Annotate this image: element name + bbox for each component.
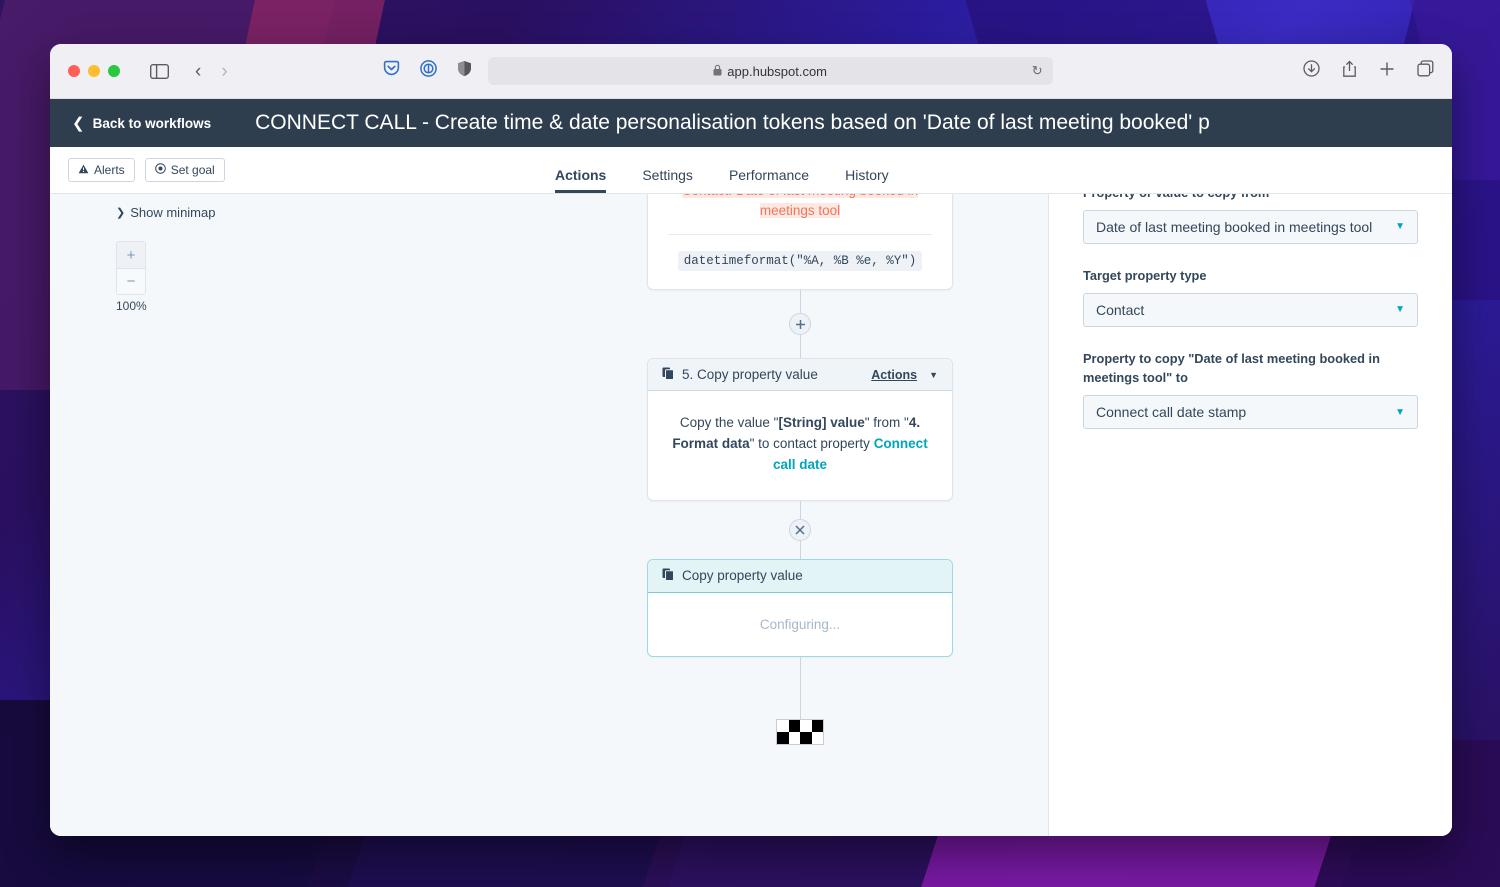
zoom-in-button[interactable]: + [117, 242, 145, 268]
divider [668, 234, 932, 236]
action-card-5[interactable]: 5. Copy property value Actions ▼ Copy th… [647, 358, 953, 501]
zoom-out-button[interactable]: − [117, 268, 145, 294]
remove-action-button[interactable] [789, 518, 811, 541]
maximize-window-button[interactable] [108, 65, 120, 77]
tab-performance[interactable]: Performance [729, 167, 809, 193]
copy-property-icon [662, 568, 674, 584]
workflow-flow: Contact: Date of last meeting booked in … [647, 194, 953, 745]
action-card-header: 5. Copy property value Actions ▼ [648, 359, 952, 392]
new-tab-icon[interactable] [1379, 61, 1395, 82]
browser-extensions[interactable] [383, 60, 472, 82]
workflow-canvas[interactable]: ❯ Show minimap + − 100% Contact: Date of… [50, 194, 1452, 836]
workflow-subbar: Alerts Set goal Actions Settings Perform… [50, 147, 1452, 194]
zoom-controls[interactable]: + − [116, 241, 146, 295]
caret-down-icon[interactable]: ▼ [1395, 407, 1405, 418]
minimize-window-button[interactable] [88, 65, 100, 77]
select-value: Date of last meeting booked in meetings … [1096, 218, 1373, 235]
lock-icon [713, 64, 722, 79]
address-bar[interactable]: app.hubspot.com ↻ [487, 57, 1053, 85]
navigation-arrows[interactable]: ‹ › [195, 62, 228, 81]
workflow-header: ❮ Back to workflows CONNECT CALL - Creat… [50, 99, 1452, 147]
chevron-right-icon: ❯ [116, 207, 126, 219]
connector-line [799, 500, 801, 519]
tab-actions[interactable]: Actions [555, 167, 607, 193]
window-controls[interactable] [68, 65, 120, 77]
configuring-card-header: Copy property value [648, 559, 952, 593]
field-label: Property or value to copy from [1083, 194, 1418, 203]
field-property-to-copy-from: Property or value to copy from Date of l… [1083, 194, 1418, 244]
configuring-card[interactable]: Copy property value Configuring... [647, 558, 953, 657]
1password-icon[interactable] [419, 60, 437, 82]
shield-icon[interactable] [457, 60, 472, 82]
workflow-title: CONNECT CALL - Create time & date person… [255, 111, 1210, 134]
personalization-token: Contact: Date of last meeting booked in … [666, 194, 934, 220]
warning-triangle-icon [78, 163, 89, 177]
connector-line [799, 335, 801, 359]
forward-arrow-icon[interactable]: › [221, 62, 227, 81]
back-arrow-icon[interactable]: ‹ [195, 62, 201, 81]
close-window-button[interactable] [68, 65, 80, 77]
browser-window: ‹ › app.hubspot.com ↻ ❮ Back to workflow… [50, 44, 1452, 836]
property-to-copy-to-select[interactable]: Connect call date stamp ▼ [1083, 395, 1418, 430]
field-target-property-type: Target property type Contact ▼ [1083, 266, 1418, 327]
url-text: app.hubspot.com [727, 63, 828, 79]
downloads-icon[interactable] [1303, 60, 1320, 82]
back-to-workflows-label: Back to workflows [92, 115, 212, 131]
copy-property-value-panel: ❮ Copy property value ✕ Property or valu… [1048, 194, 1452, 836]
caret-down-icon[interactable]: ▼ [1395, 304, 1405, 315]
alerts-label: Alerts [94, 163, 125, 177]
browser-toolbar: ‹ › app.hubspot.com ↻ [50, 44, 1452, 99]
set-goal-label: Set goal [170, 163, 215, 177]
configuring-card-title: Copy property value [682, 568, 803, 584]
body-text-part1: Copy the value " [679, 415, 779, 431]
back-to-workflows-button[interactable]: ❮ Back to workflows [50, 114, 211, 132]
caret-down-icon[interactable]: ▼ [1395, 221, 1405, 232]
panel-form: Property or value to copy from Date of l… [1049, 194, 1452, 836]
connector-line [799, 290, 801, 314]
connector-line [799, 656, 801, 719]
share-icon[interactable] [1342, 60, 1357, 83]
set-goal-button[interactable]: Set goal [144, 158, 225, 182]
property-to-copy-from-select[interactable]: Date of last meeting booked in meetings … [1083, 209, 1418, 244]
copy-property-icon [662, 367, 674, 383]
action-card-body: Copy the value "[String] value" from "4.… [648, 391, 952, 500]
field-property-to-copy-to: Property to copy "Date of last meeting b… [1083, 349, 1418, 430]
target-icon [154, 163, 166, 177]
caret-down-icon[interactable]: ▼ [929, 370, 938, 380]
chevron-left-icon: ❮ [72, 115, 85, 132]
field-label: Target property type [1083, 267, 1207, 283]
format-data-card[interactable]: Contact: Date of last meeting booked in … [647, 194, 953, 291]
body-value: [String] value [778, 415, 865, 431]
show-minimap-toggle[interactable]: ❯ Show minimap [116, 205, 215, 220]
sidebar-toggle-icon[interactable] [150, 63, 169, 79]
tab-overview-icon[interactable] [1417, 60, 1434, 82]
workflow-tabs: Actions Settings Performance History [555, 147, 889, 193]
pocket-icon[interactable] [383, 60, 400, 82]
connector-line [799, 540, 801, 559]
tab-history[interactable]: History [845, 167, 889, 193]
browser-right-icons[interactable] [1303, 60, 1434, 83]
alerts-button[interactable]: Alerts [68, 158, 135, 182]
show-minimap-label: Show minimap [130, 205, 216, 220]
zoom-level-label: 100% [116, 299, 147, 313]
body-text-part3: " to contact property [749, 436, 874, 452]
field-label: Property to copy "Date of last meeting b… [1083, 350, 1380, 386]
tab-settings[interactable]: Settings [642, 167, 693, 193]
add-action-button[interactable] [789, 313, 811, 336]
select-value: Connect call date stamp [1096, 404, 1247, 421]
reload-icon[interactable]: ↻ [1032, 63, 1043, 79]
body-text-part2: " from " [864, 415, 909, 431]
hubspot-app: ❮ Back to workflows CONNECT CALL - Creat… [50, 99, 1452, 836]
select-value: Contact [1096, 301, 1145, 318]
action-card-actions-menu[interactable]: Actions [871, 368, 917, 382]
target-property-type-select[interactable]: Contact ▼ [1083, 292, 1418, 327]
configuring-status: Configuring... [759, 616, 841, 632]
format-code: datetimeformat("%A, %B %e, %Y") [677, 251, 923, 272]
action-card-title: 5. Copy property value [682, 367, 818, 383]
checkered-flag-icon [776, 718, 824, 745]
